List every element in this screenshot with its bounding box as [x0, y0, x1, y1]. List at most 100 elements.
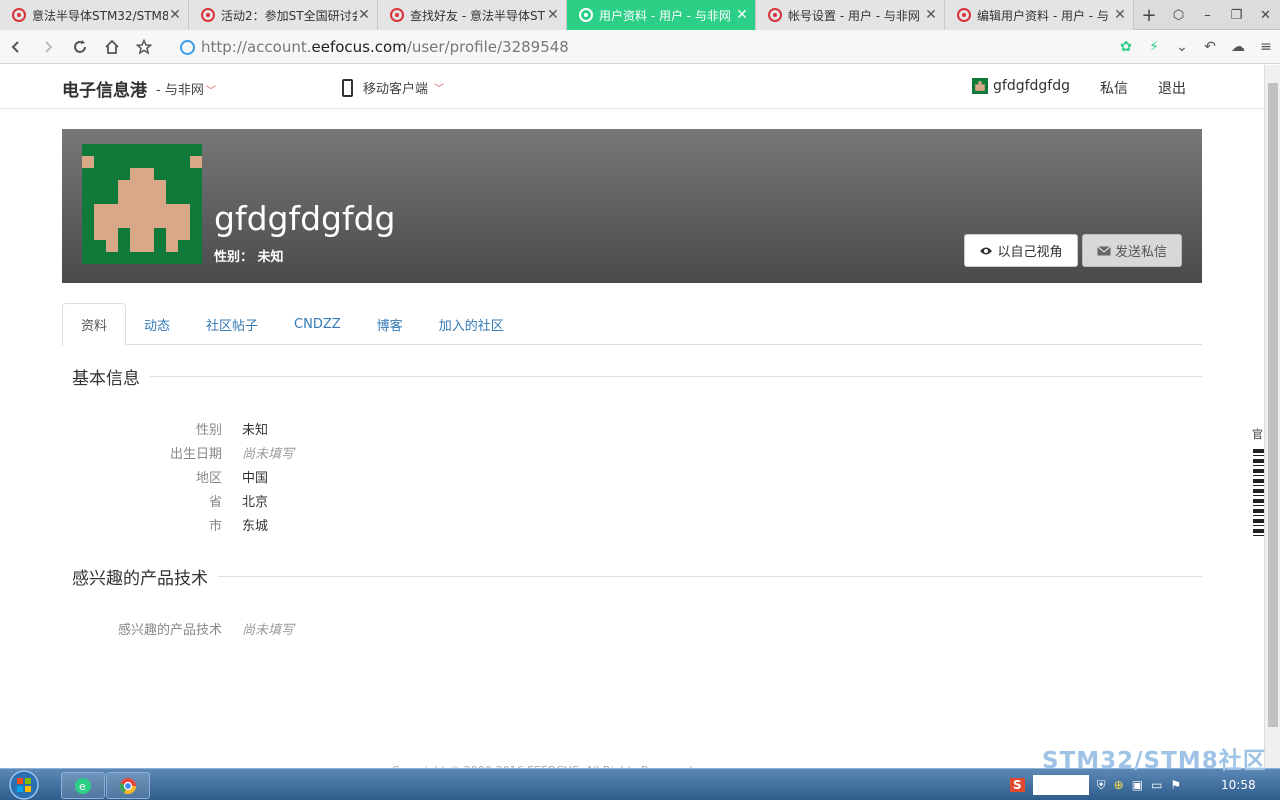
home-button[interactable] — [96, 30, 128, 64]
tab-activity[interactable]: 动态 — [126, 303, 188, 345]
skin-icon[interactable]: ⬡ — [1164, 0, 1193, 30]
cloud-icon[interactable]: ☁ — [1224, 39, 1252, 55]
eefocus-favicon — [579, 8, 593, 22]
reload-button[interactable] — [64, 30, 96, 64]
forward-arrow-icon — [45, 40, 53, 53]
browser-tab[interactable]: 帐号设置 - 用户 - 与非网 ✕ — [756, 0, 945, 30]
side-qr-label: 官 — [1252, 428, 1263, 441]
browser-tab[interactable]: 查找好友 - 意法半导体ST ✕ — [378, 0, 567, 30]
mobile-client-label: 移动客户端 — [363, 82, 429, 97]
window-controls: ⬡ – ❐ ✕ — [1164, 0, 1280, 30]
forward-button[interactable] — [32, 30, 64, 64]
browser-tab-title: 查找好友 - 意法半导体ST — [410, 8, 545, 23]
user-avatar-small — [972, 78, 988, 94]
svg-text:e: e — [79, 780, 86, 793]
gender-label: 性别： — [214, 250, 254, 265]
device-icon[interactable]: ▣ — [1132, 778, 1143, 792]
back-button[interactable] — [0, 30, 32, 64]
url-input[interactable]: http://account. eefocus.com/user/profile/… — [172, 34, 1098, 60]
browser-tab[interactable]: 意法半导体STM32/STM8 ✕ — [0, 0, 189, 30]
send-message-button[interactable]: 发送私信 — [1082, 234, 1182, 267]
add-icon[interactable]: ⊕ — [1114, 778, 1124, 792]
field-label: 地区 — [195, 471, 222, 486]
profile-banner: gfdgfdgfdg 性别： 未知 以自己视角 发送私信 — [62, 129, 1202, 283]
browser-tab[interactable]: 活动2：参加ST全国研讨会 ✕ — [189, 0, 378, 30]
close-tab-icon[interactable]: ✕ — [735, 7, 749, 23]
section-divider — [72, 376, 1202, 377]
close-tab-icon[interactable]: ✕ — [546, 7, 560, 23]
interests-title: 感兴趣的产品技术 — [72, 564, 218, 589]
eefocus-favicon — [201, 8, 215, 22]
lightning-icon[interactable]: ⚡ — [1140, 39, 1168, 55]
field-label: 感兴趣的产品技术 — [117, 623, 222, 638]
avatar — [82, 144, 202, 264]
field-value: 未知 — [242, 423, 269, 438]
browser-tab-title: 帐号设置 - 用户 - 与非网 — [788, 8, 920, 23]
field-label: 省 — [208, 495, 222, 510]
mobile-client-menu[interactable]: 移动客户端 ﹀ — [342, 78, 444, 97]
close-window-button[interactable]: ✕ — [1251, 0, 1280, 30]
field-value: 尚未填写 — [242, 623, 295, 638]
maximize-button[interactable]: ❐ — [1222, 0, 1251, 30]
reload-icon — [74, 39, 86, 53]
minimize-button[interactable]: – — [1193, 0, 1222, 30]
tab-cndzz[interactable]: CNDZZ — [276, 303, 359, 345]
new-tab-button[interactable]: + — [1134, 0, 1164, 30]
field-value: 尚未填写 — [242, 447, 295, 462]
undo-icon[interactable]: ↶ — [1196, 39, 1224, 55]
taskbar-clock[interactable]: 10:58 — [1221, 778, 1256, 792]
page-scrollbar[interactable] — [1264, 65, 1280, 768]
close-tab-icon[interactable]: ✕ — [924, 7, 938, 23]
field-label: 性别 — [195, 423, 222, 438]
menu-icon[interactable]: ≡ — [1252, 39, 1280, 55]
header-username: gfdgfdgfdg — [993, 78, 1070, 94]
bookmark-button[interactable] — [128, 30, 160, 64]
close-tab-icon[interactable]: ✕ — [1113, 7, 1127, 23]
eefocus-favicon — [12, 8, 26, 22]
send-message-label: 发送私信 — [1114, 245, 1167, 260]
eefocus-favicon — [390, 8, 404, 22]
browser-tab-title: 用户资料 - 用户 - 与非网 — [599, 8, 731, 23]
phone-icon — [342, 78, 353, 97]
home-icon — [105, 39, 119, 54]
shield-icon[interactable]: ⛨ — [1097, 778, 1106, 793]
browser-tab[interactable]: 编辑用户资料 - 用户 - 与 ✕ — [945, 0, 1134, 30]
flag-icon[interactable]: ⚑ — [1170, 778, 1181, 792]
dropdown-chevron-icon[interactable]: ⌄ — [1168, 39, 1196, 55]
taskbar-browser-button[interactable]: e — [61, 772, 105, 799]
messages-link[interactable]: 私信 — [1100, 78, 1128, 98]
section-divider — [72, 576, 1202, 577]
browser-tab[interactable]: 用户资料 - 用户 - 与非网 ✕ — [567, 0, 756, 30]
subsite-selector[interactable]: - 与非网 ﹀ — [156, 79, 216, 98]
sogou-input-icon[interactable]: S — [1010, 778, 1025, 792]
start-button[interactable] — [4, 769, 44, 800]
envelope-icon — [1097, 245, 1111, 255]
chevron-down-icon: ﹀ — [434, 84, 445, 95]
view-as-self-button[interactable]: 以自己视角 — [964, 234, 1078, 267]
eye-icon — [980, 247, 993, 254]
watermark: STM32/STM8社区 — [1042, 748, 1267, 774]
user-menu[interactable]: gfdgfdgfdg — [972, 78, 1070, 94]
star-icon — [136, 38, 152, 55]
view-as-self-label: 以自己视角 — [997, 245, 1063, 260]
chevron-down-icon: ﹀ — [205, 86, 216, 97]
qr-code[interactable] — [1253, 449, 1264, 537]
tab-community-posts[interactable]: 社区帖子 — [188, 303, 276, 345]
scrollbar-thumb[interactable] — [1268, 83, 1278, 727]
logout-link[interactable]: 退出 — [1158, 78, 1186, 98]
taskbar-chrome-button[interactable] — [106, 772, 150, 799]
network-icon[interactable]: ▭ — [1151, 778, 1162, 792]
tray-redacted-area — [1032, 775, 1089, 795]
site-brand[interactable]: 电子信息港 — [62, 76, 147, 101]
back-arrow-icon — [11, 40, 19, 53]
tab-profile[interactable]: 资料 — [62, 303, 127, 346]
url-path: /user/profile/3289548 — [406, 38, 569, 56]
tab-joined-communities[interactable]: 加入的社区 — [421, 303, 522, 345]
close-tab-icon[interactable]: ✕ — [168, 7, 182, 23]
tab-blog[interactable]: 博客 — [359, 303, 421, 345]
accelerate-icon[interactable]: ✿ — [1112, 39, 1140, 55]
close-tab-icon[interactable]: ✕ — [357, 7, 371, 23]
browser-tab-title: 编辑用户资料 - 用户 - 与 — [977, 8, 1109, 23]
field-label: 市 — [208, 519, 222, 534]
url-prefix: http://account. — [201, 38, 312, 56]
